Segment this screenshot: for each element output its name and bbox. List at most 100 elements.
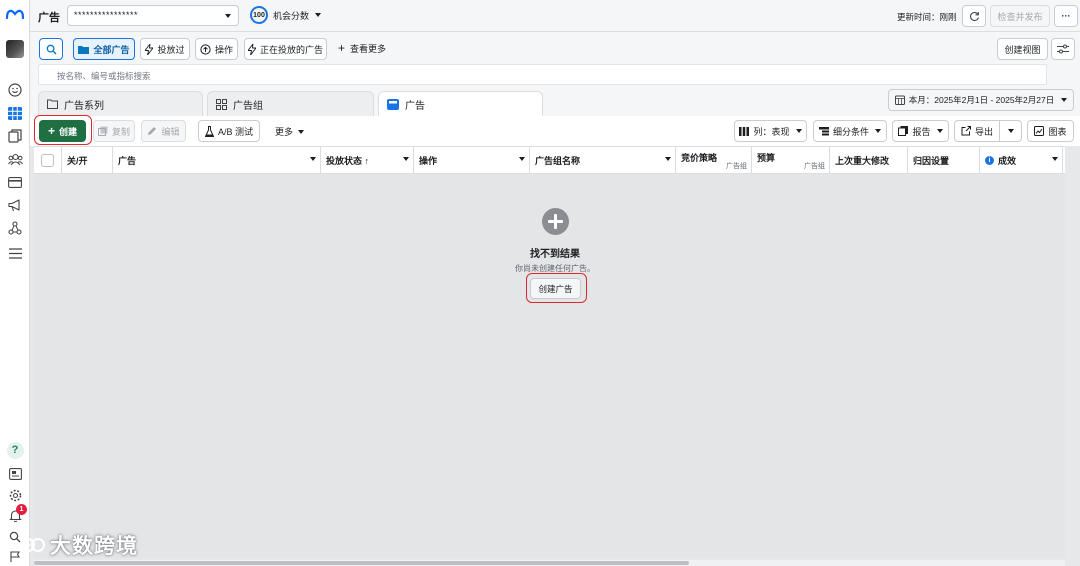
export-options-dropdown[interactable] <box>999 120 1022 142</box>
tab-ad-sets-label: 广告组 <box>233 100 263 112</box>
ab-test-button[interactable]: A/B 测试 <box>198 120 260 142</box>
help-icon[interactable]: ? <box>6 441 24 459</box>
scrollbar-thumb[interactable] <box>34 561 689 565</box>
notifications-bell-icon[interactable]: 1 <box>6 504 27 524</box>
opportunity-score-gauge-icon: 100 <box>250 6 268 24</box>
breakdown-dropdown-label: 细分条件 <box>832 126 869 137</box>
column-bid-strategy-label: 竞价策略 <box>681 153 718 163</box>
audience-icon[interactable] <box>6 150 24 168</box>
opportunity-score-value: 100 <box>253 11 265 19</box>
filter-active-ads[interactable]: 正在投放的广告 <box>244 38 327 60</box>
column-header-ad[interactable]: 广告 <box>113 147 321 173</box>
sliders-icon <box>1057 44 1069 54</box>
search-icon <box>46 44 56 54</box>
view-more-filters[interactable]: + 查看更多 <box>338 42 386 55</box>
smiley-icon[interactable] <box>6 81 24 99</box>
column-header-reach[interactable]: 覆 <box>1063 147 1065 173</box>
duplicate-button[interactable]: 复制 <box>93 120 135 142</box>
ad-icon <box>387 98 399 110</box>
edit-button[interactable]: 编辑 <box>141 120 186 142</box>
filter-all-ads[interactable]: 全部广告 <box>73 38 135 60</box>
tab-ads-label: 广告 <box>405 100 425 112</box>
tab-ads[interactable]: 广告 <box>378 91 543 116</box>
column-menu-icon <box>665 157 671 161</box>
chevron-down-icon <box>936 129 943 133</box>
pages-icon[interactable] <box>6 127 24 145</box>
add-circle-icon <box>541 208 569 235</box>
select-all-checkbox[interactable] <box>41 153 54 167</box>
column-header-results[interactable]: i 成效 <box>980 147 1063 173</box>
column-actions-label: 操作 <box>419 155 438 166</box>
watermark-text: 大数跨境 <box>50 535 138 558</box>
customize-filters-button[interactable] <box>1051 38 1075 60</box>
charts-button[interactable]: 图表 <box>1027 120 1074 142</box>
tab-ad-sets[interactable]: 广告组 <box>207 91 374 116</box>
filter-actions[interactable]: 操作 <box>195 38 238 60</box>
ads-table-header: 关/开 广告 投放状态 ↑ 操作 广告组名称 竞价策略 广告组 预算 广告组 上次重… <box>34 146 1065 174</box>
export-icon <box>961 126 971 136</box>
news-feed-icon[interactable] <box>6 465 24 483</box>
column-results-label: 成效 <box>998 155 1017 166</box>
meta-logo-icon[interactable] <box>5 5 25 23</box>
account-avatar[interactable] <box>6 40 24 58</box>
horizontal-scrollbar[interactable] <box>34 560 1065 566</box>
columns-icon <box>739 126 750 136</box>
column-header-attribution-setting[interactable]: 归因设置 <box>908 147 980 173</box>
search-button[interactable] <box>39 38 63 60</box>
filter-actions-label: 操作 <box>214 44 233 55</box>
column-header-delivery[interactable]: 投放状态 ↑ <box>321 147 414 173</box>
view-more-label: 查看更多 <box>350 44 387 54</box>
column-menu-icon <box>1052 157 1058 161</box>
column-header-budget[interactable]: 预算 广告组 <box>752 147 830 173</box>
date-range-picker[interactable]: 本月：2025年2月1日 - 2025年2月27日 <box>888 89 1074 111</box>
column-header-bid-strategy[interactable]: 竞价策略 广告组 <box>676 147 752 173</box>
folder-icon <box>78 45 90 54</box>
chevron-down-icon <box>795 129 802 133</box>
grid-icon <box>216 98 227 110</box>
ad-account-value: **************** <box>74 10 139 20</box>
megaphone-icon[interactable] <box>6 196 24 214</box>
folder-outline-icon <box>47 99 58 109</box>
column-header-ad-set-name[interactable]: 广告组名称 <box>530 147 676 173</box>
more-options-button[interactable]: ··· <box>1054 5 1078 27</box>
calendar-icon <box>894 95 905 105</box>
reports-dropdown[interactable]: 报告 <box>892 120 949 142</box>
column-menu-icon <box>403 157 409 161</box>
page-title: 广告 <box>38 12 60 24</box>
search-input[interactable]: 按名称、编号或指标搜索 <box>38 64 1047 85</box>
column-header-actions[interactable]: 操作 <box>414 147 530 173</box>
refresh-button[interactable] <box>962 5 986 27</box>
export-button[interactable]: 导出 <box>954 120 1000 142</box>
review-and-publish-button[interactable]: 检查并发布 <box>990 5 1050 27</box>
settings-gear-icon[interactable] <box>6 486 24 504</box>
columns-dropdown-label: 列：表现 <box>753 126 790 137</box>
create-view-button[interactable]: 创建视图 <box>997 38 1048 60</box>
all-tools-menu-icon[interactable] <box>6 244 24 262</box>
opportunity-score[interactable]: 100 机会分数 <box>250 6 322 24</box>
events-manager-icon[interactable] <box>6 219 24 237</box>
watermark-logo-icon <box>21 538 45 552</box>
column-header-last-significant-edit[interactable]: 上次重大修改 <box>830 147 908 173</box>
breakdown-dropdown[interactable]: 细分条件 <box>813 120 887 142</box>
left-navigation-rail: ? 1 <box>0 0 30 566</box>
columns-dropdown[interactable]: 列：表现 <box>734 120 807 142</box>
search-input-placeholder: 按名称、编号或指标搜索 <box>57 71 151 81</box>
column-budget-sublabel: 广告组 <box>804 163 825 170</box>
ads-table-icon[interactable] <box>6 104 24 122</box>
opportunity-score-label: 机会分数 <box>273 10 310 21</box>
ad-account-selector[interactable]: **************** <box>67 5 239 26</box>
highlight-box-create <box>34 115 92 145</box>
column-delivery-label: 投放状态 ↑ <box>326 155 370 166</box>
more-actions-dropdown[interactable]: 更多 <box>275 125 305 138</box>
billing-card-icon[interactable] <box>6 173 24 191</box>
plus-icon: + <box>338 41 346 55</box>
column-header-toggle[interactable]: 关/开 <box>62 147 113 173</box>
chart-icon <box>1034 126 1045 136</box>
column-toggle-label: 关/开 <box>67 155 88 166</box>
duplicate-icon <box>97 126 108 136</box>
empty-state-title: 找不到结果 <box>530 249 580 260</box>
column-last-edit-label: 上次重大修改 <box>835 155 890 166</box>
info-icon[interactable]: i <box>985 155 994 165</box>
filter-delivered[interactable]: 投放过 <box>140 38 190 60</box>
tab-campaigns[interactable]: 广告系列 <box>38 91 203 116</box>
